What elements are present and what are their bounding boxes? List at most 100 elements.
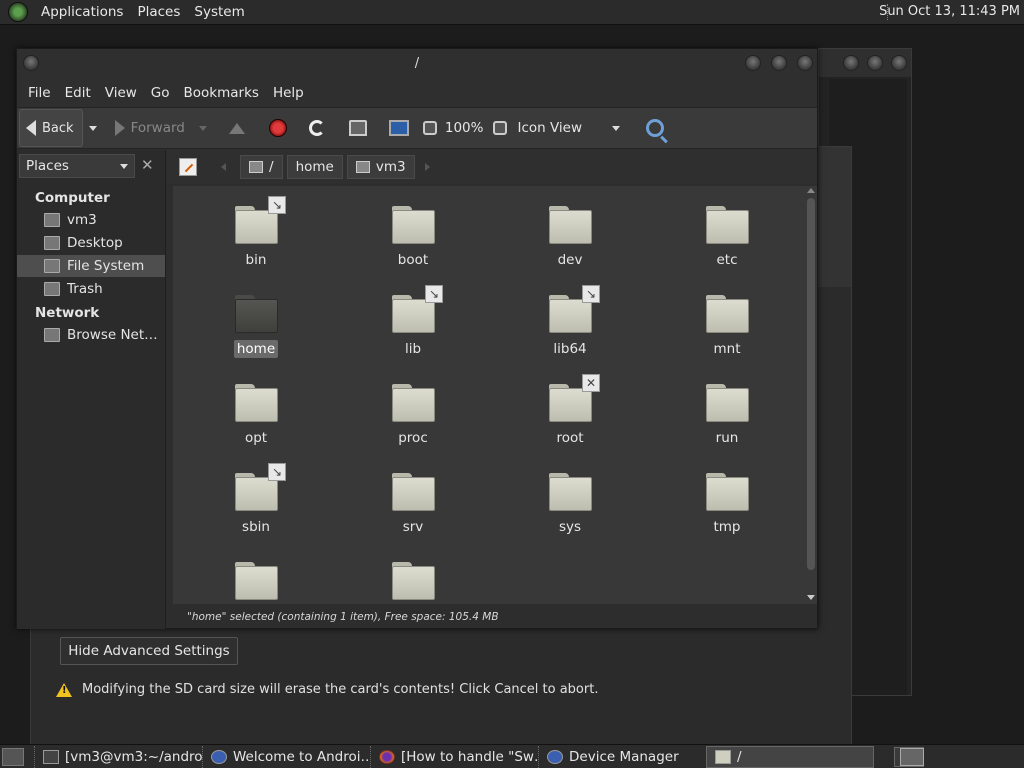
stop-icon[interactable]	[268, 119, 287, 137]
sidebar-item-vm3[interactable]: vm3	[17, 209, 165, 231]
sidebar-item-label: vm3	[67, 212, 97, 228]
back-history-dropdown-icon[interactable]	[88, 125, 97, 131]
icon-view[interactable]: ↘ bin boot dev etc home ↘ lib ↘ lib64 mnt opt proc ✕ r…	[173, 186, 805, 604]
folder-item-lib64[interactable]: ↘ lib64	[525, 285, 615, 365]
vertical-scrollbar[interactable]	[805, 186, 817, 604]
folder-item-etc[interactable]: etc	[682, 196, 772, 276]
folder-icon	[706, 206, 749, 244]
folder-item-sbin[interactable]: ↘ sbin	[211, 463, 301, 543]
task-welcome-android[interactable]: Welcome to Androi…	[202, 745, 370, 768]
distro-logo-icon[interactable]	[8, 2, 28, 22]
folder-label: opt	[244, 430, 268, 446]
menu-edit[interactable]: Edit	[58, 85, 98, 101]
reload-icon[interactable]	[308, 120, 325, 136]
forward-history-dropdown-icon[interactable]	[198, 125, 207, 131]
sidebar: Places ✕ Computer vm3 Desktop File Syste…	[17, 150, 166, 629]
symlink-emblem-icon: ↘	[268, 196, 286, 214]
maximize-icon[interactable]	[867, 55, 883, 71]
folder-item-unnamed[interactable]	[368, 552, 458, 604]
clock[interactable]: Sun Oct 13, 11:43 PM	[879, 4, 1020, 19]
folder-item-mnt[interactable]: mnt	[682, 285, 772, 365]
sidebar-item-label: File System	[67, 258, 145, 274]
zoom-in-icon[interactable]	[493, 121, 508, 135]
menu-file[interactable]: File	[21, 85, 58, 101]
scroll-up-icon[interactable]	[807, 188, 815, 193]
folder-item-tmp[interactable]: tmp	[682, 463, 772, 543]
task-terminal[interactable]: [vm3@vm3:~/andro…	[34, 745, 202, 768]
workspace-active-indicator[interactable]	[900, 748, 924, 766]
sidebar-item-trash[interactable]: Trash	[17, 278, 165, 300]
symlink-emblem-icon: ↘	[582, 285, 600, 303]
view-mode-select[interactable]: Icon View	[517, 120, 582, 136]
scroll-down-icon[interactable]	[807, 595, 815, 600]
task-firefox[interactable]: [How to handle "Sw…	[370, 745, 538, 768]
menu-system[interactable]: System	[187, 4, 251, 20]
task-file-manager[interactable]: /	[706, 745, 874, 768]
menu-go[interactable]: Go	[144, 85, 177, 101]
back-button[interactable]: Back	[19, 109, 83, 147]
maximize-icon[interactable]	[771, 55, 787, 71]
folder-item-boot[interactable]: boot	[368, 196, 458, 276]
show-desktop-icon[interactable]	[2, 747, 24, 766]
terminal-icon	[43, 749, 59, 764]
close-icon[interactable]	[891, 55, 907, 71]
home-icon[interactable]	[348, 120, 367, 136]
folder-icon	[235, 384, 278, 422]
back-label: Back	[42, 120, 74, 136]
path-scroll-right-icon[interactable]	[424, 163, 430, 171]
window-titlebar[interactable]: /	[17, 49, 817, 79]
folder-icon	[715, 749, 731, 764]
sidebar-item-file-system[interactable]: File System	[17, 255, 165, 277]
forward-label: Forward	[130, 120, 185, 136]
folder-item-run[interactable]: run	[682, 374, 772, 454]
folder-item-proc[interactable]: proc	[368, 374, 458, 454]
search-icon[interactable]	[646, 119, 665, 137]
task-label: Device Manager	[569, 748, 679, 765]
folder-label: mnt	[713, 341, 741, 357]
sidebar-item-desktop[interactable]: Desktop	[17, 232, 165, 254]
folder-icon	[706, 473, 749, 511]
close-icon[interactable]	[797, 55, 813, 71]
menu-bookmarks[interactable]: Bookmarks	[177, 85, 266, 101]
menu-view[interactable]: View	[98, 85, 144, 101]
breadcrumb-root[interactable]: /	[240, 155, 283, 179]
folder-item-sys[interactable]: sys	[525, 463, 615, 543]
edit-location-icon[interactable]	[179, 158, 197, 176]
zoom-out-icon[interactable]	[422, 121, 437, 135]
scrollbar-thumb[interactable]	[807, 198, 815, 570]
symlink-emblem-icon: ↘	[425, 285, 443, 303]
folder-item-dev[interactable]: dev	[525, 196, 615, 276]
hide-advanced-settings-button[interactable]: Hide Advanced Settings	[60, 637, 238, 665]
folder-label: root	[556, 430, 584, 446]
folder-label: home	[211, 340, 301, 358]
folder-item-home[interactable]: home	[211, 285, 301, 365]
dialog-strip	[817, 147, 851, 287]
breadcrumb-vm3[interactable]: vm3	[346, 155, 415, 179]
folder-label: sbin	[242, 519, 270, 535]
view-mode-dropdown-icon[interactable]	[612, 125, 621, 131]
folder-item-bin[interactable]: ↘ bin	[211, 196, 301, 276]
folder-icon	[235, 562, 278, 600]
breadcrumb-home[interactable]: home	[286, 155, 343, 179]
menu-help[interactable]: Help	[266, 85, 311, 101]
folder-label: boot	[397, 252, 429, 268]
sidebar-close-icon[interactable]: ✕	[141, 156, 154, 174]
minimize-icon[interactable]	[843, 55, 859, 71]
sidebar-item-browse-network[interactable]: Browse Net…	[17, 324, 165, 346]
folder-item-lib[interactable]: ↘ lib	[368, 285, 458, 365]
task-device-manager[interactable]: Device Manager	[538, 745, 706, 768]
minimize-icon[interactable]	[745, 55, 761, 71]
path-scroll-left-icon[interactable]	[221, 163, 226, 171]
trash-icon	[44, 282, 60, 296]
bottom-taskbar: [vm3@vm3:~/andro… Welcome to Androi… [Ho…	[0, 744, 1024, 768]
folder-item-root[interactable]: ✕ root	[525, 374, 615, 454]
computer-icon[interactable]	[388, 120, 409, 136]
menu-places[interactable]: Places	[130, 4, 187, 20]
folder-item-srv[interactable]: srv	[368, 463, 458, 543]
folder-item-unnamed[interactable]	[211, 552, 301, 604]
folder-item-opt[interactable]: opt	[211, 374, 301, 454]
sidebar-places-combo[interactable]: Places	[19, 154, 135, 178]
forward-button[interactable]: Forward	[114, 120, 185, 136]
up-icon[interactable]	[228, 122, 245, 134]
menu-applications[interactable]: Applications	[34, 4, 130, 20]
